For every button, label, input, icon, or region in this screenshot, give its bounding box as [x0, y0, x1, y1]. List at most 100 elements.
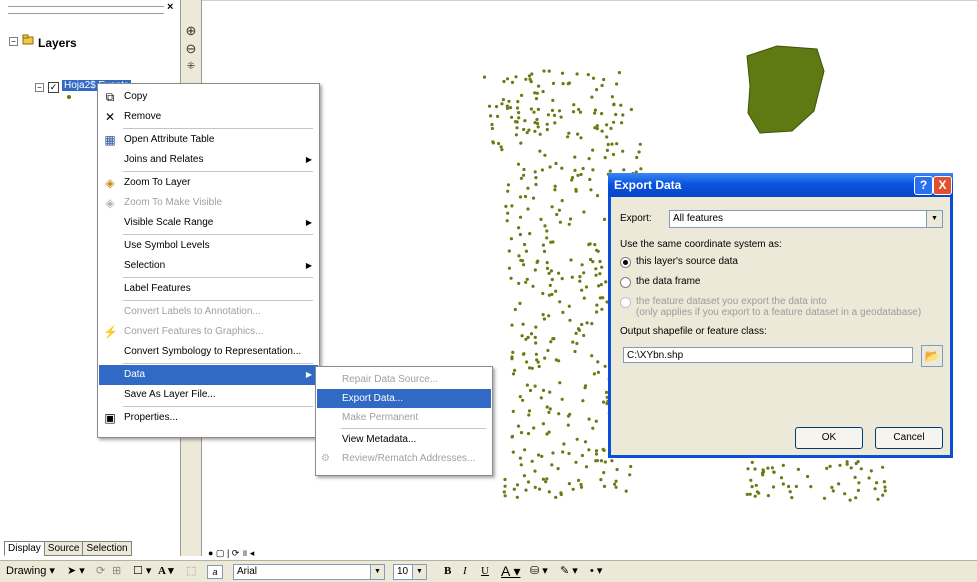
map-view-buttons[interactable]: ● ▢ | ⟳ ॥ ◂	[208, 546, 254, 559]
map-point	[527, 413, 531, 417]
rectangle-icon[interactable]: ☐ ▾	[133, 564, 151, 578]
map-point	[536, 259, 540, 263]
dialog-titlebar[interactable]: Export Data ? X	[608, 173, 953, 197]
browse-folder-icon[interactable]: 📂	[921, 345, 943, 367]
drawing-menu[interactable]: Drawing ▾	[6, 564, 55, 578]
select-elements-icon[interactable]: ➤ ▾	[67, 564, 85, 578]
menu-item-copy[interactable]: ⧉ Copy	[99, 87, 318, 107]
menu-item-joins-and-relates[interactable]: Joins and Relates ▶	[99, 150, 318, 170]
menu-item-open-attribute-table[interactable]: ▦ Open Attribute Table	[99, 130, 318, 150]
menu-item-use-symbol-levels[interactable]: Use Symbol Levels	[99, 236, 318, 256]
close-icon[interactable]: ×	[167, 1, 173, 13]
layer-symbol	[67, 95, 71, 99]
map-point	[770, 466, 775, 470]
fill-color-icon[interactable]: ⛁ ▾	[530, 564, 548, 578]
menu-separator	[123, 128, 313, 129]
option-frame-label[interactable]: the data frame	[636, 276, 700, 287]
submenu-item-view-metadata[interactable]: View Metadata...	[317, 430, 491, 449]
help-button[interactable]: ?	[914, 176, 933, 195]
tab-source[interactable]: Source	[43, 541, 84, 556]
menu-item-data[interactable]: Data ▶	[99, 365, 318, 385]
submenu-item-export-data[interactable]: Export Data...	[317, 389, 491, 408]
underline-button[interactable]: U	[481, 564, 489, 578]
map-point	[594, 273, 598, 277]
close-button[interactable]: X	[933, 176, 952, 195]
map-point	[567, 482, 571, 486]
italic-button[interactable]: I	[463, 564, 467, 578]
map-point	[569, 258, 573, 262]
font-color-icon[interactable]: A ▾	[501, 564, 520, 578]
text-tool-icon[interactable]: A ▾	[158, 564, 174, 578]
menu-item-convert-features-to-graphics[interactable]: ⚡ Convert Features to Graphics...	[99, 322, 318, 342]
coordinate-prompt: Use the same coordinate system as:	[620, 239, 782, 250]
map-point	[779, 476, 784, 480]
radio-feature-dataset[interactable]	[620, 297, 631, 308]
collapse-layers-icon[interactable]: −	[9, 37, 18, 46]
menu-item-visible-scale-range[interactable]: Visible Scale Range ▶	[99, 213, 318, 233]
edit-vertices-icon[interactable]: ⬚	[186, 564, 196, 578]
menu-item-label: Selection	[124, 260, 166, 271]
zoom-whole-page-icon[interactable]: ⊞	[112, 564, 121, 578]
submenu-item-make-permanent[interactable]: Make Permanent	[317, 408, 491, 427]
map-point	[853, 475, 857, 479]
map-point	[575, 437, 579, 441]
menu-item-label-features[interactable]: Label Features	[99, 279, 318, 299]
submenu-item-repair-data-source[interactable]: Repair Data Source...	[317, 370, 491, 389]
map-point	[557, 271, 561, 275]
map-point	[602, 400, 606, 404]
menu-item-remove[interactable]: ✕ Remove	[99, 107, 318, 127]
font-name-select[interactable]: Arial ▼	[233, 564, 385, 580]
map-point	[515, 126, 519, 130]
map-point	[613, 482, 617, 486]
menu-item-zoom-to-make-visible[interactable]: ◈ Zoom To Make Visible	[99, 193, 318, 213]
rotate-icon[interactable]: ⟳	[96, 564, 105, 578]
menu-item-save-as-layer-file[interactable]: Save As Layer File...	[99, 385, 318, 405]
menu-item-selection[interactable]: Selection ▶	[99, 256, 318, 276]
font-style-icon[interactable]: a	[207, 565, 223, 579]
toc-titlebar[interactable]: ×	[0, 0, 180, 18]
chevron-down-icon[interactable]: ▼	[412, 565, 426, 579]
map-point	[745, 492, 749, 496]
zoom-in-icon[interactable]: ⊕	[184, 24, 198, 38]
export-select[interactable]: All features ▼	[669, 210, 943, 228]
bold-button[interactable]: B	[444, 564, 451, 578]
output-path-input[interactable]: C:\XYbn.shp	[623, 347, 913, 363]
map-point	[501, 98, 505, 102]
map-point	[749, 478, 753, 482]
option-source-label[interactable]: this layer's source data	[636, 256, 738, 267]
fixed-zoom-in-icon[interactable]: ⁜	[184, 60, 198, 74]
line-color-icon[interactable]: ✎ ▾	[560, 564, 578, 578]
tab-display[interactable]: Display	[4, 541, 45, 556]
ok-button[interactable]: OK	[795, 427, 863, 449]
toc-grip[interactable]	[8, 6, 164, 14]
menu-item-label: Label Features	[124, 283, 191, 294]
map-point	[533, 384, 537, 388]
cancel-button[interactable]: Cancel	[875, 427, 943, 449]
menu-item-properties[interactable]: ▣ Properties...	[99, 408, 318, 428]
map-point	[594, 267, 598, 271]
chevron-down-icon[interactable]: ▼	[926, 211, 942, 227]
marker-color-icon[interactable]: • ▾	[590, 564, 602, 578]
menu-item-label: Copy	[124, 91, 148, 102]
chevron-down-icon[interactable]: ▼	[370, 565, 384, 579]
radio-data-frame[interactable]	[620, 277, 631, 288]
submenu-item-review-rematch-addresses[interactable]: ⚙ Review/Rematch Addresses...	[317, 449, 491, 468]
menu-item-zoom-to-layer[interactable]: ◈ Zoom To Layer	[99, 173, 318, 193]
menu-item-convert-labels-to-annotation[interactable]: Convert Labels to Annotation...	[99, 302, 318, 322]
collapse-layer-icon[interactable]: −	[35, 83, 44, 92]
map-point	[505, 219, 509, 223]
font-size-select[interactable]: 10 ▼	[393, 564, 427, 580]
map-point	[533, 91, 537, 95]
menu-item-convert-symbology-to-representation[interactable]: Convert Symbology to Representation...	[99, 342, 318, 362]
layer-visibility-checkbox[interactable]: ✓	[48, 82, 59, 93]
map-point	[567, 222, 571, 226]
map-point	[534, 325, 538, 329]
map-point	[869, 469, 873, 473]
radio-source-data[interactable]	[620, 257, 631, 268]
map-point	[506, 189, 510, 193]
tab-selection[interactable]: Selection	[82, 541, 132, 556]
layers-root-label[interactable]: Layers	[38, 36, 77, 50]
zoom-out-icon[interactable]: ⊖	[184, 42, 198, 56]
submenu-item-label: Repair Data Source...	[342, 374, 439, 385]
map-point	[638, 142, 642, 146]
